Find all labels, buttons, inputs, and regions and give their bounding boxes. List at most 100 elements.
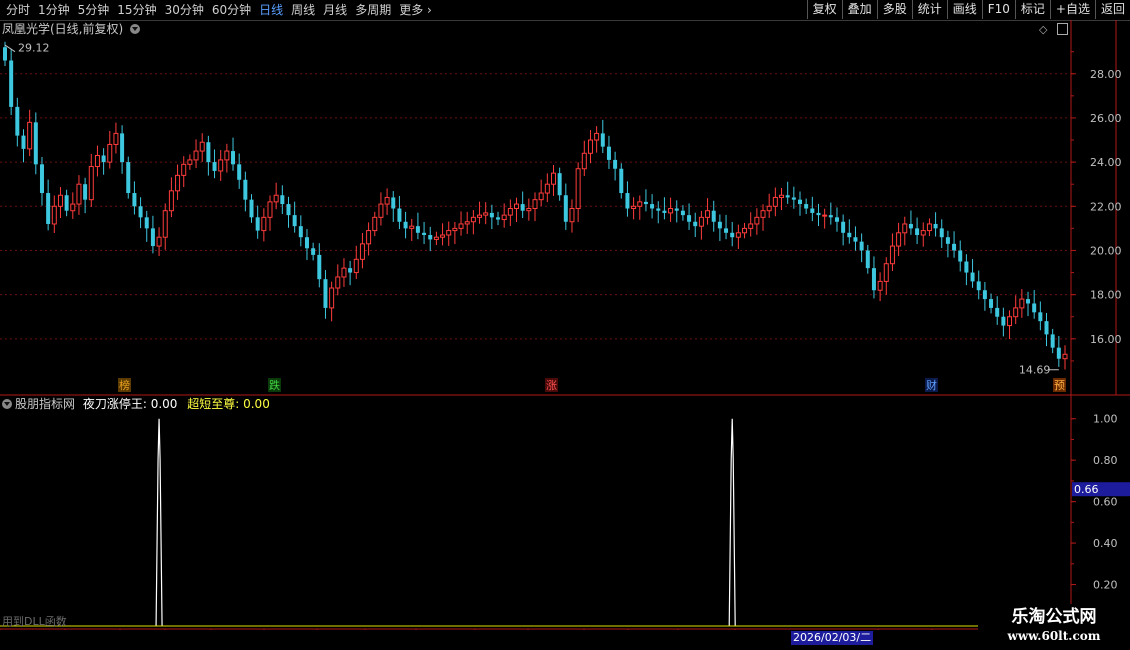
candle-body xyxy=(218,159,224,172)
period-tab-5[interactable]: 60分钟 xyxy=(208,0,255,20)
indicator-line2-label: 超短至尊: 0.00 xyxy=(187,397,270,411)
period-tab-4[interactable]: 30分钟 xyxy=(161,0,208,20)
candle-body xyxy=(841,221,846,233)
candle-body xyxy=(926,223,932,232)
candle-body xyxy=(853,237,858,242)
period-tab-2[interactable]: 5分钟 xyxy=(74,0,114,20)
candle-body xyxy=(243,179,248,200)
toolbar-button-1[interactable]: 叠加 xyxy=(841,0,877,19)
candle-body xyxy=(711,210,716,222)
candle-body xyxy=(1001,316,1006,326)
candle-body xyxy=(452,227,458,232)
toolbar-button-7[interactable]: +自选 xyxy=(1049,0,1095,19)
candle-body xyxy=(206,142,211,163)
candle-body xyxy=(329,287,335,309)
candle-body xyxy=(1044,321,1049,335)
indicator-name: 股朋指标网 xyxy=(15,397,76,411)
period-tab-7[interactable]: 周线 xyxy=(287,0,319,20)
period-tab-3[interactable]: 15分钟 xyxy=(113,0,160,20)
candle-body xyxy=(311,248,316,255)
toolbar-button-0[interactable]: 复权 xyxy=(806,0,842,19)
candle-body xyxy=(458,223,464,229)
candle-body xyxy=(563,195,568,222)
toolbar-button-5[interactable]: F10 xyxy=(981,0,1015,19)
candle-body xyxy=(693,221,698,227)
candle-body xyxy=(76,183,82,205)
candle-body xyxy=(304,237,309,249)
candle-body xyxy=(766,205,772,212)
candle-body xyxy=(64,195,69,211)
candle-body xyxy=(483,212,489,216)
period-tab-8[interactable]: 月线 xyxy=(319,0,351,20)
candle-body xyxy=(391,197,396,209)
dll-note: 用到DLL函数 xyxy=(2,615,67,628)
candle-body xyxy=(403,221,408,229)
indicator-title[interactable]: 股朋指标网 夜刀涨停王: 0.00 超短至尊: 0.00 xyxy=(2,396,270,412)
candle-body xyxy=(46,193,51,224)
period-tab-9[interactable]: 多周期 xyxy=(351,0,395,20)
candle-body xyxy=(952,243,957,251)
candle-body xyxy=(989,299,994,308)
candle-body xyxy=(748,223,754,229)
candle-body xyxy=(120,133,125,163)
function-buttons: 复权 叠加 多股 统计 画线 F10 标记 +自选 返回 xyxy=(806,0,1130,20)
candle-body xyxy=(724,228,729,233)
candle-body xyxy=(193,150,199,161)
candle-body xyxy=(730,232,735,238)
candle-body xyxy=(409,225,415,229)
candle-body xyxy=(428,235,433,240)
indicator-tick-label: 1.00 xyxy=(1093,413,1118,426)
candle-body xyxy=(187,159,193,165)
watermark-line2: www.60lt.com xyxy=(1007,629,1101,643)
candle-body xyxy=(1013,307,1019,318)
candle-body xyxy=(397,208,402,222)
chevron-down-icon[interactable] xyxy=(2,399,12,409)
candle-body xyxy=(348,268,353,273)
candle-body xyxy=(1026,299,1031,304)
candle-body xyxy=(557,173,562,196)
event-badge-0: 榜 xyxy=(119,378,130,392)
candle-body xyxy=(915,228,920,236)
toolbar-button-3[interactable]: 统计 xyxy=(911,0,947,19)
period-tab-1[interactable]: 1分钟 xyxy=(34,0,74,20)
candle-body xyxy=(9,60,14,107)
current-date-box: 2026/02/03/二 xyxy=(791,631,874,645)
candle-body xyxy=(785,195,790,198)
candle-body xyxy=(779,194,785,198)
candle-body xyxy=(292,215,297,227)
candle-body xyxy=(372,216,378,232)
event-badge-1: 跌 xyxy=(269,378,280,392)
toolbar-button-4[interactable]: 画线 xyxy=(946,0,982,19)
scrollbar[interactable] xyxy=(1116,20,1130,395)
candle-body xyxy=(606,146,611,160)
candle-body xyxy=(698,216,704,227)
candle-body xyxy=(144,217,149,229)
toolbar-button-2[interactable]: 多股 xyxy=(876,0,912,19)
candle-body xyxy=(520,204,525,211)
candle-body xyxy=(94,154,100,168)
candle-body xyxy=(3,47,7,61)
toolbar-button-6[interactable]: 标记 xyxy=(1014,0,1050,19)
candle-body xyxy=(335,276,341,289)
candle-body xyxy=(674,208,679,211)
candle-body xyxy=(224,150,230,161)
candle-body xyxy=(261,216,267,232)
period-tab-0[interactable]: 分时 xyxy=(2,0,34,20)
candle-body xyxy=(587,139,593,154)
chart-area[interactable]: 16.0018.0020.0022.0024.0026.0028.0029.12… xyxy=(0,20,1130,630)
candle-body xyxy=(168,190,174,212)
candle-body xyxy=(341,267,347,278)
candle-body xyxy=(600,133,605,147)
candle-body xyxy=(212,162,217,171)
candle-body xyxy=(760,210,766,218)
candle-body xyxy=(804,204,809,209)
candle-body xyxy=(514,203,520,209)
candle-body xyxy=(933,223,938,229)
period-tab-6[interactable]: 日线 xyxy=(255,0,287,20)
candle-body xyxy=(27,121,33,150)
candle-body xyxy=(896,232,902,247)
low-price-label: 14.69 xyxy=(1019,364,1050,377)
toolbar-button-8[interactable]: 返回 xyxy=(1094,0,1130,19)
candle-body xyxy=(150,228,155,247)
period-tab-10[interactable]: 更多 › xyxy=(395,0,436,20)
